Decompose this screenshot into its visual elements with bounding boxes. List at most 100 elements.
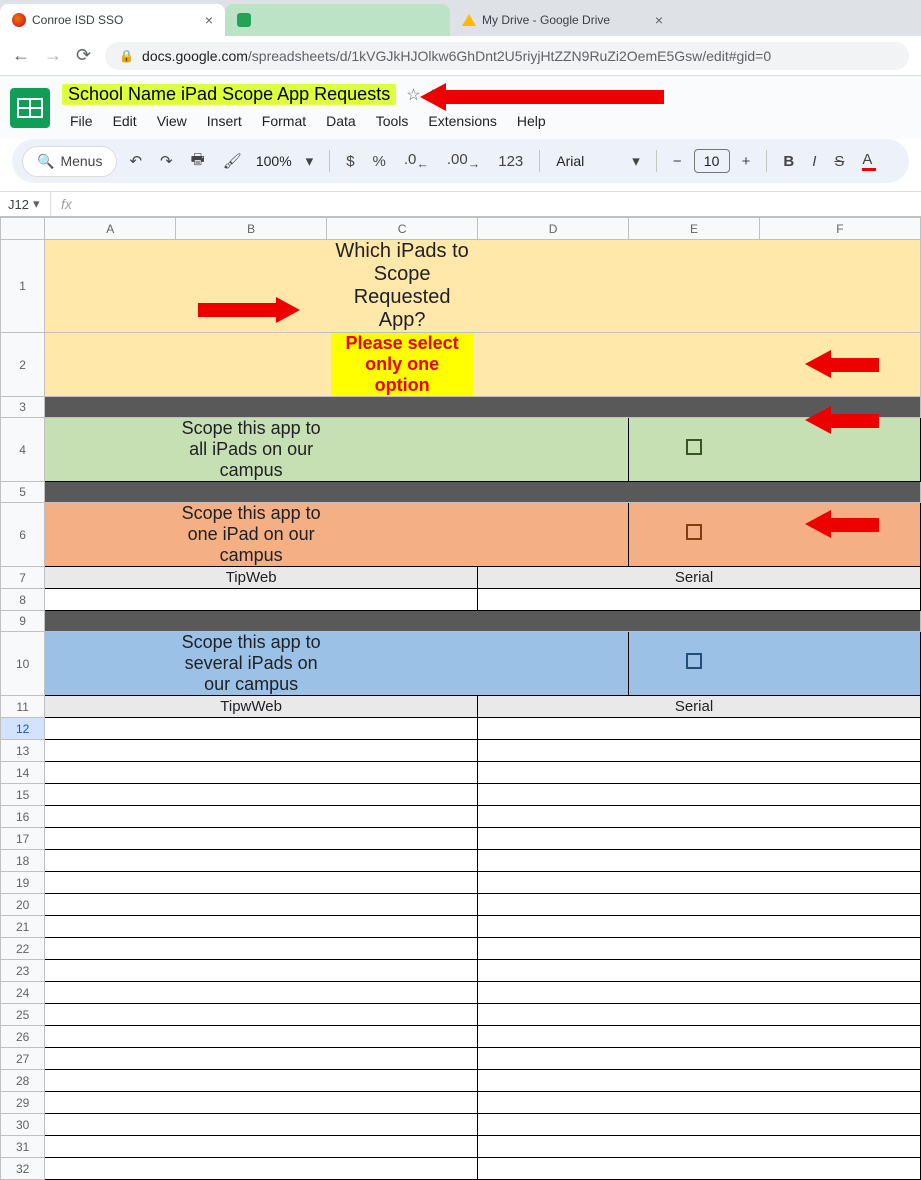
tipweb-header[interactable]: TipWeb bbox=[176, 567, 327, 589]
row-header[interactable]: 32 bbox=[1, 1158, 45, 1180]
menu-insert[interactable]: Insert bbox=[199, 109, 250, 133]
row-header[interactable]: 25 bbox=[1, 1004, 45, 1026]
number-format-button[interactable]: 123 bbox=[492, 149, 529, 174]
row-header[interactable]: 10 bbox=[1, 632, 45, 696]
row-header[interactable]: 1 bbox=[1, 240, 45, 333]
row-header[interactable]: 20 bbox=[1, 894, 45, 916]
row-header[interactable]: 8 bbox=[1, 589, 45, 611]
checkbox-all[interactable] bbox=[629, 418, 760, 482]
row-header[interactable]: 17 bbox=[1, 828, 45, 850]
menu-file[interactable]: File bbox=[62, 109, 101, 133]
row-header[interactable]: 2 bbox=[1, 333, 45, 397]
col-header[interactable]: F bbox=[759, 218, 920, 240]
row-header[interactable]: 30 bbox=[1, 1114, 45, 1136]
checkbox-one[interactable] bbox=[629, 503, 760, 567]
address-bar[interactable]: 🔒 docs.google.com/spreadsheets/d/1kVGJkH… bbox=[105, 42, 909, 70]
row-header[interactable]: 19 bbox=[1, 872, 45, 894]
row-header[interactable]: 23 bbox=[1, 960, 45, 982]
checkbox-several[interactable] bbox=[629, 632, 760, 696]
sheets-logo-icon[interactable] bbox=[10, 88, 50, 128]
spreadsheet-grid[interactable]: A B C D E F 1 Which iPads to Scope Reque… bbox=[0, 217, 921, 1180]
col-header[interactable]: D bbox=[478, 218, 629, 240]
strike-button[interactable]: S bbox=[828, 149, 850, 174]
row-header[interactable]: 14 bbox=[1, 762, 45, 784]
font-size-input[interactable]: 10 bbox=[694, 149, 730, 173]
serial-header[interactable]: Serial bbox=[629, 696, 760, 718]
font-size-decrease[interactable]: − bbox=[667, 149, 688, 174]
zoom-select[interactable]: 100% bbox=[254, 153, 294, 169]
close-icon[interactable]: × bbox=[655, 12, 663, 28]
undo-button[interactable]: ↶ bbox=[123, 148, 148, 174]
note-cell[interactable]: Please select only one option bbox=[327, 333, 478, 397]
row-header[interactable]: 5 bbox=[1, 482, 45, 503]
url-path: /spreadsheets/d/1kVGJkHJOlkw6GhDnt2U5riy… bbox=[248, 48, 771, 64]
increase-decimal-button[interactable]: .00→ bbox=[441, 147, 486, 175]
col-header[interactable]: A bbox=[45, 218, 176, 240]
row-header[interactable]: 6 bbox=[1, 503, 45, 567]
row-header[interactable]: 13 bbox=[1, 740, 45, 762]
reload-button[interactable]: ⟳ bbox=[76, 45, 91, 66]
star-icon[interactable]: ☆ bbox=[406, 85, 420, 105]
row-header[interactable]: 12 bbox=[1, 718, 45, 740]
row-header[interactable]: 15 bbox=[1, 784, 45, 806]
serial-header[interactable]: Serial bbox=[629, 567, 760, 589]
currency-button[interactable]: $ bbox=[340, 149, 360, 174]
col-header[interactable]: E bbox=[629, 218, 760, 240]
bold-button[interactable]: B bbox=[777, 149, 800, 174]
percent-button[interactable]: % bbox=[367, 149, 392, 174]
tipwweb-header[interactable]: TipwWeb bbox=[176, 696, 327, 718]
redo-button[interactable]: ↷ bbox=[154, 148, 179, 174]
font-select[interactable]: Arial bbox=[550, 153, 620, 169]
row-header[interactable]: 31 bbox=[1, 1136, 45, 1158]
menu-view[interactable]: View bbox=[149, 109, 195, 133]
row-header[interactable]: 18 bbox=[1, 850, 45, 872]
cloud-icon[interactable]: ☁ bbox=[456, 85, 472, 105]
text-color-button[interactable]: A bbox=[856, 147, 882, 175]
menu-extensions[interactable]: Extensions bbox=[420, 109, 504, 133]
browser-tab-1[interactable]: Conroe ISD SSO × bbox=[0, 4, 225, 36]
row-header[interactable]: 11 bbox=[1, 696, 45, 718]
option-several-label[interactable]: Scope this app to several iPads on our c… bbox=[176, 632, 327, 696]
close-icon[interactable]: × bbox=[205, 12, 213, 28]
move-icon[interactable]: ▣ bbox=[431, 85, 446, 105]
italic-button[interactable]: I bbox=[806, 149, 822, 174]
row-header[interactable]: 3 bbox=[1, 397, 45, 418]
font-size-increase[interactable]: + bbox=[736, 149, 757, 174]
formula-input[interactable] bbox=[82, 195, 921, 214]
select-all-corner[interactable] bbox=[1, 218, 45, 240]
browser-tab-3[interactable]: My Drive - Google Drive × bbox=[450, 4, 675, 36]
paint-format-button[interactable]: 🖌 bbox=[217, 148, 248, 174]
back-button[interactable]: ← bbox=[12, 45, 30, 66]
menus-search[interactable]: 🔍 Menus bbox=[22, 146, 117, 177]
row-header[interactable]: 7 bbox=[1, 567, 45, 589]
menu-format[interactable]: Format bbox=[254, 109, 314, 133]
row-header[interactable]: 26 bbox=[1, 1026, 45, 1048]
menu-edit[interactable]: Edit bbox=[105, 109, 145, 133]
menu-tools[interactable]: Tools bbox=[368, 109, 417, 133]
row-header[interactable]: 27 bbox=[1, 1048, 45, 1070]
menu-data[interactable]: Data bbox=[318, 109, 364, 133]
col-header[interactable]: C bbox=[327, 218, 478, 240]
option-one-label[interactable]: Scope this app to one iPad on our campus bbox=[176, 503, 327, 567]
decrease-decimal-button[interactable]: .0← bbox=[398, 147, 435, 175]
row-header[interactable]: 21 bbox=[1, 916, 45, 938]
row-header[interactable]: 29 bbox=[1, 1092, 45, 1114]
chevron-down-icon[interactable]: ▾ bbox=[300, 148, 320, 174]
row-header[interactable]: 24 bbox=[1, 982, 45, 1004]
menu-help[interactable]: Help bbox=[509, 109, 554, 133]
title-cell[interactable]: Which iPads to Scope Requested App? bbox=[327, 240, 478, 333]
option-all-label[interactable]: Scope this app to all iPads on our campu… bbox=[176, 418, 327, 482]
print-button[interactable]: 🖶 bbox=[185, 145, 211, 178]
row-header[interactable]: 22 bbox=[1, 938, 45, 960]
row-header[interactable]: 28 bbox=[1, 1070, 45, 1092]
row-header[interactable]: 4 bbox=[1, 418, 45, 482]
document-title[interactable]: School Name iPad Scope App Requests bbox=[62, 84, 396, 105]
browser-tab-2[interactable] bbox=[225, 4, 450, 36]
name-box[interactable]: J12 ▾ bbox=[0, 196, 50, 212]
chevron-down-icon[interactable]: ▾ bbox=[626, 148, 646, 174]
forward-button[interactable]: → bbox=[44, 45, 62, 66]
row-header[interactable]: 9 bbox=[1, 611, 45, 632]
row-header[interactable]: 16 bbox=[1, 806, 45, 828]
col-header[interactable]: B bbox=[176, 218, 327, 240]
cell[interactable] bbox=[45, 240, 176, 333]
